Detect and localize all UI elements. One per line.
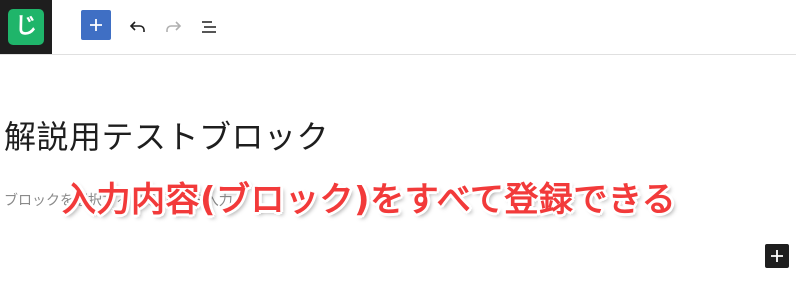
logo-badge: じ: [8, 9, 44, 45]
plus-icon: [90, 19, 102, 31]
plus-icon: [771, 250, 783, 262]
list-view-icon[interactable]: [198, 15, 222, 39]
editor-toolbar: じ: [0, 0, 796, 55]
add-block-button[interactable]: [81, 10, 111, 40]
block-inserter-button[interactable]: [765, 244, 789, 268]
site-logo[interactable]: じ: [0, 0, 52, 54]
post-title[interactable]: 解説用テストブロック: [4, 112, 329, 158]
undo-icon[interactable]: [126, 15, 150, 39]
annotation-text: 入力内容(ブロック)をすべて登録できる: [62, 180, 677, 220]
redo-icon[interactable]: [161, 15, 185, 39]
